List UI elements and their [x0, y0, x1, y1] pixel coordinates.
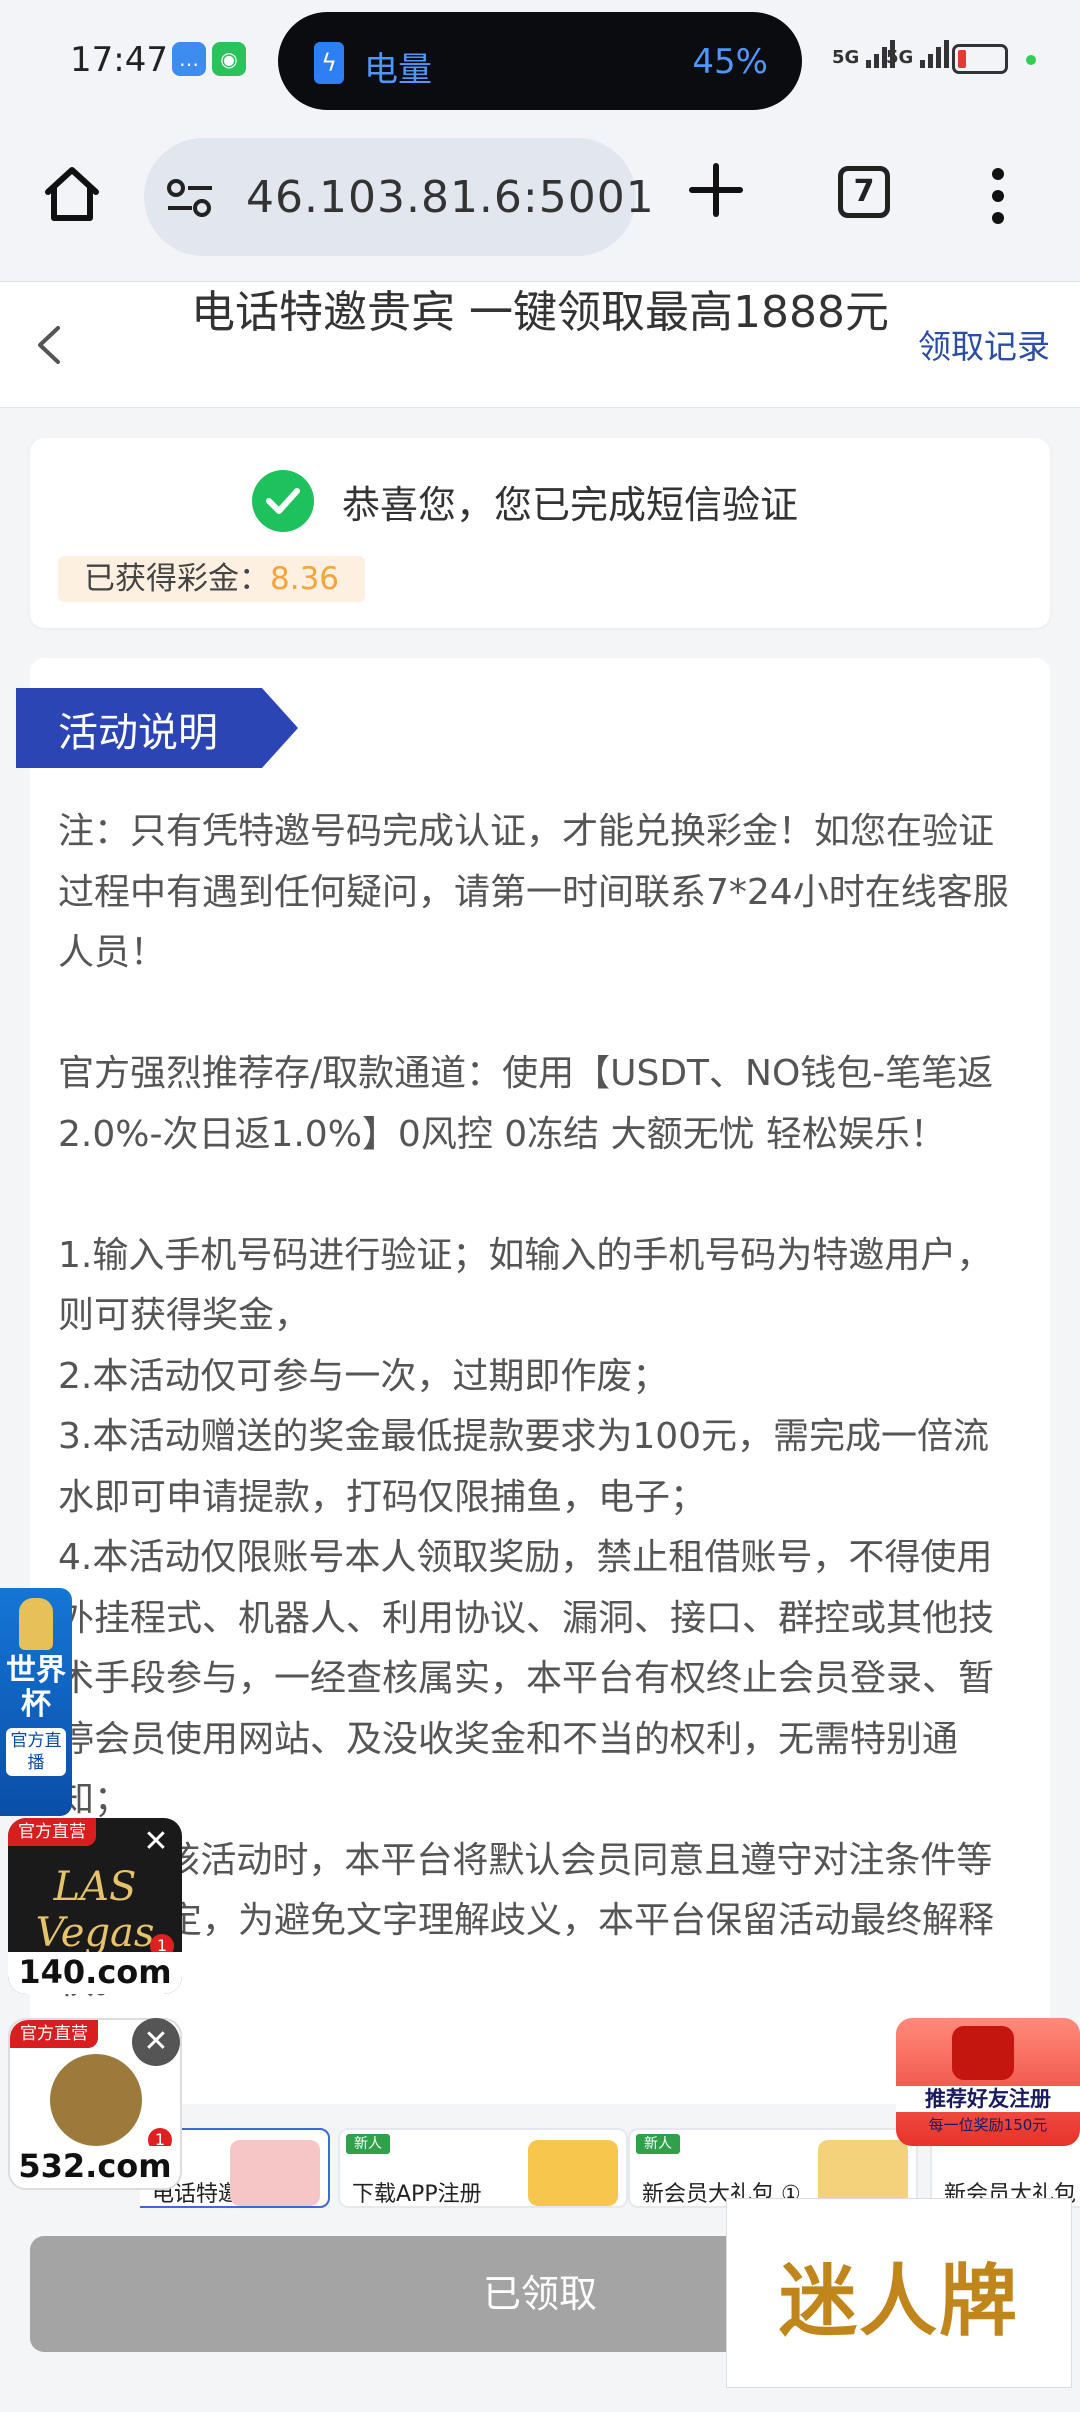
ad-corner-label: 官方直营 — [10, 2020, 98, 2048]
mirenpai-logo: 迷人牌 — [778, 2256, 1019, 2347]
page-header: 电话特邀贵宾 一键领取最高1888元 领取记录 — [0, 282, 1080, 408]
vegas-domain: 140.com — [8, 1952, 182, 1994]
world-cup-title: 世界杯 — [6, 1653, 66, 1722]
success-check-icon — [252, 470, 314, 532]
wechat-icon: ◉ — [212, 42, 246, 76]
promo-title: 下载APP注册 — [352, 2182, 482, 2207]
promo-tag: 新人 — [346, 2134, 390, 2154]
tab-switcher-icon[interactable]: 7 — [838, 166, 890, 218]
dynamic-island: ϟ 电量 45% — [278, 12, 802, 110]
privacy-dot — [1026, 55, 1036, 65]
verification-success-card: 恭喜您，您已完成短信验证 已获得彩金：8.36 — [30, 438, 1050, 628]
site-settings-icon[interactable] — [166, 178, 214, 218]
back-arrow-icon[interactable] — [30, 322, 70, 368]
claim-records-link[interactable]: 领取记录 — [918, 320, 1050, 368]
promo-card[interactable]: 新人 下载APP注册 — [338, 2128, 628, 2208]
activity-description: 注：只有凭特邀号码完成认证，才能兑换彩金！如您在验证过程中有遇到任何疑问，请第一… — [58, 811, 1009, 2002]
promo-image — [818, 2140, 908, 2206]
page-title: 电话特邀贵宾 一键领取最高1888元 — [191, 287, 889, 338]
browser-toolbar: 46.103.81.6:5001 7 — [0, 122, 1080, 282]
site532-logo-icon — [50, 2054, 142, 2146]
ad-corner-label: 官方直营 — [8, 1818, 96, 1846]
url-text[interactable]: 46.103.81.6:5001 — [246, 172, 655, 223]
trophy-icon — [19, 1598, 53, 1650]
new-tab-icon[interactable] — [684, 158, 748, 222]
success-message: 恭喜您，您已完成短信验证 — [342, 483, 799, 527]
refer-title: 推荐好友注册 — [896, 2086, 1080, 2112]
world-cup-float-ad[interactable]: 世界杯 官方直播 — [0, 1588, 72, 1816]
promo-image — [230, 2140, 320, 2206]
signal-icon-2: 5G — [886, 40, 950, 68]
battery-icon — [952, 44, 1008, 74]
home-icon[interactable] — [40, 162, 104, 226]
promo-card[interactable]: 新人 新会员大礼包 ① — [628, 2128, 918, 2208]
red-envelope-icon — [952, 2026, 1014, 2080]
world-cup-sub: 官方直播 — [6, 1728, 66, 1776]
earned-label: 已获得彩金： — [84, 561, 270, 597]
status-bar: 17:47 … ◉ ϟ 电量 45% 5G 5G — [0, 0, 1080, 122]
battery-charge-icon: ϟ — [314, 42, 344, 84]
status-time: 17:47 — [70, 40, 168, 80]
promo-image — [528, 2140, 618, 2206]
address-bar[interactable]: 46.103.81.6:5001 — [144, 138, 654, 256]
earned-bonus: 已获得彩金：8.36 — [58, 556, 366, 602]
island-label: 电量 — [364, 50, 432, 90]
more-menu-icon[interactable] — [986, 168, 1010, 224]
site532-domain: 532.com — [10, 2146, 180, 2188]
refer-sub: 每一位奖励150元 — [928, 2116, 1048, 2134]
message-app-icon: … — [172, 42, 206, 76]
mirenpai-ad[interactable]: 迷人牌 — [726, 2198, 1072, 2388]
earned-amount: 8.36 — [270, 561, 340, 597]
island-percent: 45% — [692, 42, 768, 82]
refer-friend-float-ad[interactable]: 推荐好友注册 每一位奖励150元 — [896, 2018, 1080, 2146]
close-icon[interactable]: ✕ — [132, 1818, 180, 1866]
promo-tag: 新人 — [636, 2134, 680, 2154]
close-icon[interactable]: ✕ — [132, 2018, 180, 2066]
activity-section-title: 活动说明 — [58, 710, 218, 756]
